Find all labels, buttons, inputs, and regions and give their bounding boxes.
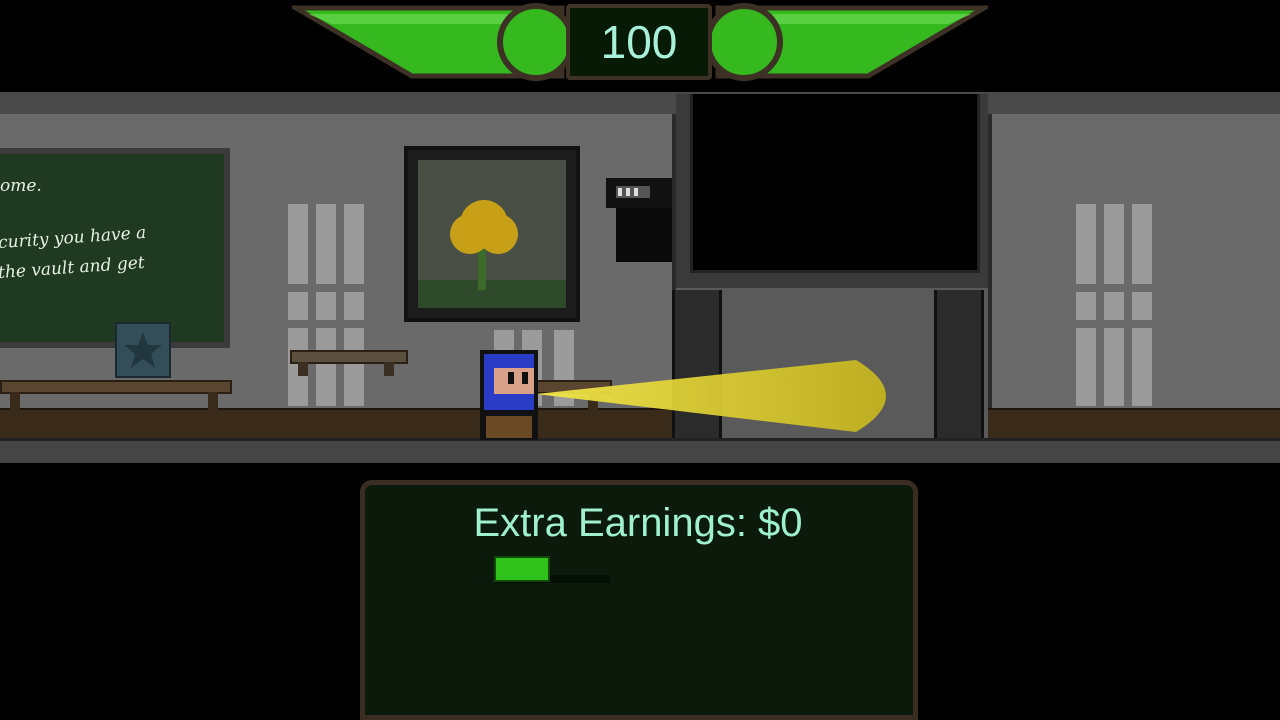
chalkboard-line: the vault and get <box>0 252 146 284</box>
guard-player-icon <box>480 350 538 440</box>
security-camera-icon <box>606 178 672 262</box>
table <box>0 380 232 394</box>
flower-icon <box>460 200 508 248</box>
floor-base <box>0 438 1280 463</box>
window <box>1076 204 1166 406</box>
floor-right <box>988 408 1280 440</box>
chalkboard-line: curity you have a <box>0 222 147 254</box>
pillar-right <box>934 290 984 438</box>
earnings-label: Extra Earnings: $0 <box>473 501 803 545</box>
score-counter: 100 <box>566 4 712 80</box>
flower-painting <box>404 146 580 322</box>
chalkboard-line: ome. <box>0 176 42 196</box>
chalkboard: ome. curity you have a the vault and get <box>0 148 230 348</box>
flashlight-beam <box>536 356 916 436</box>
earnings-progress-fill <box>494 556 550 582</box>
star-box <box>115 322 171 378</box>
vent-opening <box>690 94 980 273</box>
